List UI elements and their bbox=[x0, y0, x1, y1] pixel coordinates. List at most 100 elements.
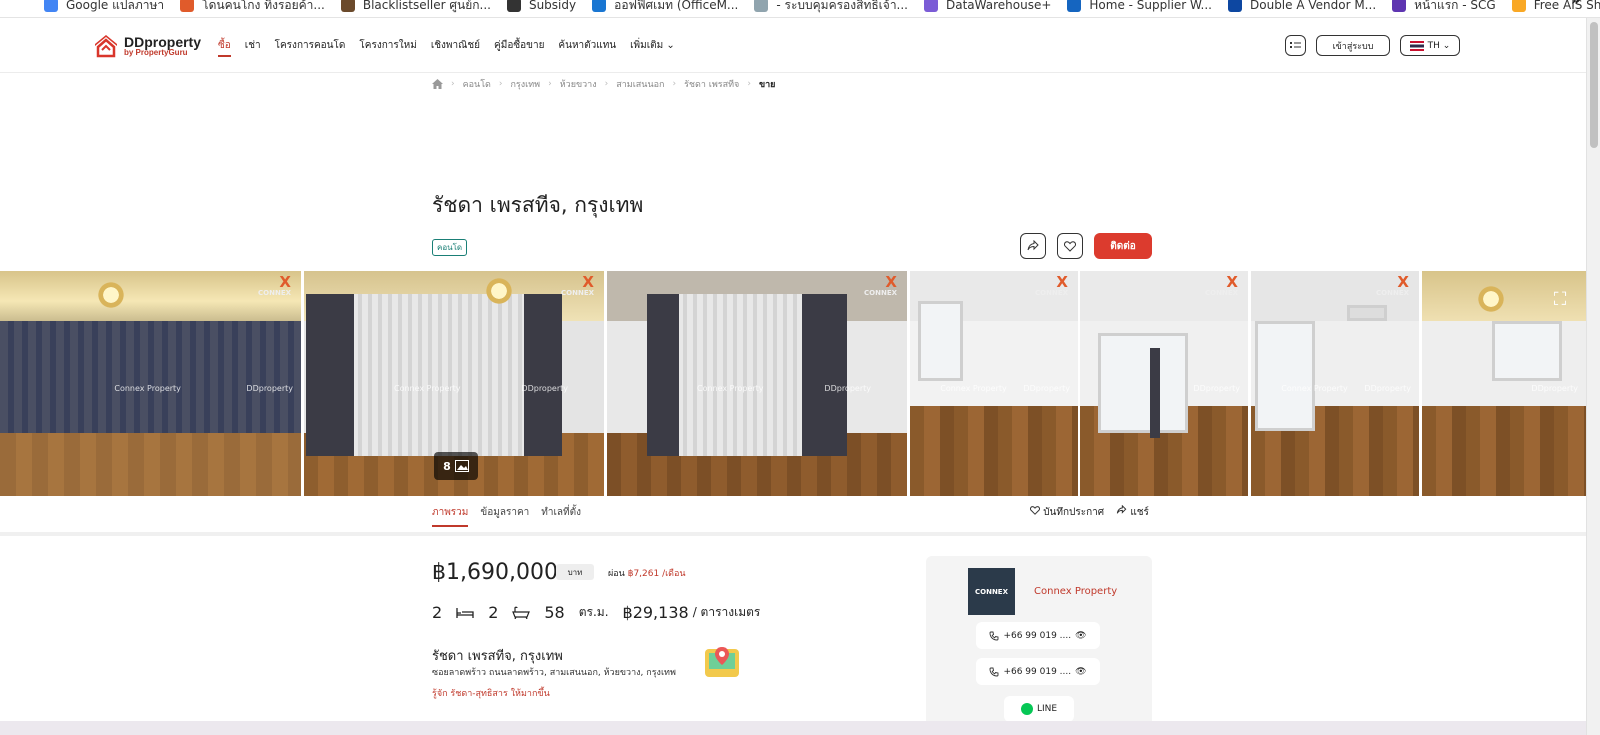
home-icon[interactable] bbox=[432, 79, 443, 89]
bookmark-item[interactable]: โดนคนโกง ทิ้งรอยค้า... bbox=[180, 0, 325, 17]
site-header: DDproperty by PropertyGuru ซื้อ เช่า โครงก… bbox=[0, 18, 1586, 73]
watermark-site: DDproperty bbox=[246, 383, 293, 393]
photo-count-badge[interactable]: 8 bbox=[434, 452, 478, 480]
eye-icon: 👁 bbox=[1075, 630, 1087, 641]
location-name: รัชดา เพรสทีจ, กรุงเทพ bbox=[432, 649, 563, 664]
logo[interactable]: DDproperty by PropertyGuru bbox=[92, 32, 201, 60]
bath-icon bbox=[512, 606, 531, 619]
currency-unit-selector[interactable]: บาท bbox=[556, 564, 594, 580]
bookmark-item[interactable]: Double A Vendor M... bbox=[1228, 0, 1376, 17]
bookmark-item[interactable]: Blacklistseller ศูนย์ก... bbox=[340, 0, 491, 17]
favorite-button[interactable] bbox=[1057, 233, 1083, 259]
thai-flag-icon bbox=[1409, 40, 1424, 51]
agent-logo[interactable]: CONNEX bbox=[968, 568, 1015, 615]
price-per-sqm: ฿29,138 bbox=[622, 603, 689, 622]
bookmark-item[interactable]: DataWarehouse+ bbox=[924, 0, 1051, 17]
save-listing-label: บันทึกประกาศ bbox=[1043, 507, 1105, 518]
fullscreen-icon[interactable]: ⛶ bbox=[1548, 287, 1572, 311]
nav-item[interactable]: โครงการคอนโด bbox=[275, 38, 346, 57]
breadcrumb-item[interactable]: ห้วยขวาง bbox=[560, 77, 597, 91]
contact-button[interactable]: ติดต่อ bbox=[1094, 233, 1152, 259]
nav-item[interactable]: ซื้อ bbox=[218, 38, 231, 57]
connex-corner-logo: X CONNEX bbox=[258, 273, 291, 297]
installment-label: ผ่อน bbox=[608, 569, 625, 579]
bookmark-item[interactable]: Free AIS Ship Track... bbox=[1511, 0, 1600, 17]
eye-icon: 👁 bbox=[1075, 666, 1087, 677]
share-icon bbox=[1027, 240, 1039, 251]
gallery-photo[interactable]: X CONNEX Connex Property DDproperty bbox=[1251, 271, 1419, 496]
breadcrumb-item[interactable]: คอนโด bbox=[463, 77, 491, 91]
gallery-photo[interactable]: X CONNEX Connex Property DDproperty bbox=[607, 271, 907, 496]
installment-info: ผ่อน ฿7,261 /เดือน bbox=[608, 566, 686, 580]
bookmark-label: ออฟฟิศเมท (OfficeM... bbox=[614, 0, 739, 12]
phone-number-2: +66 99 019 .... bbox=[1003, 666, 1072, 677]
share-button[interactable] bbox=[1020, 233, 1046, 259]
neighborhood-link[interactable]: รู้จัก รัชดา-สุทธิสาร ให้มากขึ้น bbox=[432, 686, 550, 700]
nav-item[interactable]: คู่มือซื้อขาย bbox=[494, 38, 544, 57]
login-button[interactable]: เข้าสู่ระบบ bbox=[1316, 35, 1390, 56]
line-label: LINE bbox=[1036, 704, 1058, 714]
breadcrumb-separator-icon: › bbox=[747, 79, 751, 89]
language-selector[interactable]: TH ⌄ bbox=[1400, 35, 1460, 56]
bookmark-item[interactable]: Home - Supplier W... bbox=[1067, 0, 1212, 17]
connex-corner-logo: X CONNEX bbox=[1205, 273, 1238, 297]
line-icon bbox=[1020, 703, 1033, 715]
phone-button-2[interactable]: +66 99 019 .... 👁 bbox=[976, 658, 1100, 685]
phone-button-1[interactable]: +66 99 019 .... 👁 bbox=[976, 622, 1100, 649]
photo-gallery[interactable]: X CONNEX Connex Property DDproperty X CONN… bbox=[0, 271, 1586, 496]
main-nav: ซื้อ เช่า โครงการคอนโด โครงการใหม่ เชิงพาณิช… bbox=[218, 38, 675, 57]
bookmark-favicon-icon bbox=[340, 0, 355, 12]
share-link[interactable]: แชร์ bbox=[1116, 504, 1149, 520]
bookmark-item[interactable]: ออฟฟิศเมท (OfficeM... bbox=[592, 0, 738, 17]
listing-tab[interactable]: ข้อมูลราคา bbox=[480, 505, 529, 527]
listing-specs: 2 2 58 ตร.ม. ฿29,138 / ตารางเมตร bbox=[432, 603, 760, 622]
share-label: แชร์ bbox=[1130, 507, 1149, 518]
gallery-photo[interactable]: X CONNEX DDproperty bbox=[1080, 271, 1248, 496]
watermark-site: DDproperty bbox=[1364, 383, 1411, 393]
breadcrumb-item[interactable]: กรุงเทพ bbox=[510, 77, 540, 91]
agent-name[interactable]: Connex Property bbox=[1034, 586, 1117, 597]
bookmark-label: DataWarehouse+ bbox=[946, 0, 1052, 12]
bookmark-favicon-icon bbox=[1392, 0, 1407, 12]
map-pin-icon[interactable] bbox=[703, 643, 741, 679]
save-listing-button[interactable]: บันทึกประกาศ bbox=[1030, 505, 1104, 520]
listing-tab[interactable]: ภาพรวม bbox=[432, 505, 469, 527]
nav-item[interactable]: โครงการใหม่ bbox=[359, 38, 416, 57]
phone-icon bbox=[990, 667, 999, 676]
bookmark-item[interactable]: Google แปลภาษา bbox=[44, 0, 164, 17]
nav-item[interactable]: เชิงพาณิชย์ bbox=[431, 38, 480, 57]
listing-tab[interactable]: ทำเลที่ตั้ง bbox=[541, 505, 581, 527]
bookmark-label: Free AIS Ship Track... bbox=[1533, 0, 1600, 12]
property-type-tag: คอนโด bbox=[432, 239, 468, 256]
bookmarks-more-button[interactable]: » bbox=[1571, 0, 1580, 9]
logo-sub-text: by PropertyGuru bbox=[124, 48, 188, 57]
line-button[interactable]: LINE bbox=[1004, 696, 1074, 722]
breadcrumb-separator-icon: › bbox=[548, 79, 552, 89]
nav-item[interactable]: ค้นหาตัวแทน bbox=[558, 38, 616, 57]
nav-item[interactable]: เช่า bbox=[245, 38, 261, 57]
installment-value[interactable]: ฿7,261 /เดือน bbox=[628, 569, 686, 579]
bookmark-item[interactable]: - ระบบคุมครองสิทธิเจ้า... bbox=[754, 0, 908, 17]
watermark-agent: Connex Property bbox=[940, 383, 1007, 393]
watermark-site: DDproperty bbox=[1023, 383, 1070, 393]
watermark-agent: Connex Property bbox=[697, 383, 764, 393]
baths-value: 2 bbox=[488, 603, 499, 622]
watermark-site: DDproperty bbox=[1193, 383, 1240, 393]
nav-item[interactable]: เพิ่มเติม ⌄ bbox=[630, 38, 675, 57]
page-scrollbar[interactable] bbox=[1586, 18, 1600, 735]
gallery-photo[interactable]: X CONNEX Connex Property DDproperty bbox=[0, 271, 301, 496]
bookmark-label: Blacklistseller ศูนย์ก... bbox=[362, 0, 491, 12]
breadcrumb-separator-icon: › bbox=[498, 79, 503, 89]
bookmark-item[interactable]: Subsidy bbox=[506, 0, 576, 17]
saved-list-button[interactable] bbox=[1285, 35, 1306, 56]
breadcrumb-item[interactable]: สามเสนนอก bbox=[616, 77, 664, 91]
gallery-photo[interactable]: X CONNEX Connex Property DDproperty bbox=[910, 271, 1078, 496]
breadcrumb-separator-icon: › bbox=[672, 79, 677, 89]
scrollbar-thumb[interactable] bbox=[1590, 22, 1598, 148]
heart-icon bbox=[1030, 506, 1040, 515]
connex-corner-logo: X CONNEX bbox=[864, 273, 897, 297]
bookmark-item[interactable]: หน้าแรก - SCG bbox=[1392, 0, 1496, 17]
breadcrumb-item[interactable]: รัชดา เพรสทีจ bbox=[684, 77, 739, 91]
breadcrumb: › คอนโด › กรุงเทพ › ห้วยขวาง › สามเสนนอก › รัชดา … bbox=[432, 77, 775, 91]
bookmark-label: Double A Vendor M... bbox=[1250, 0, 1377, 12]
